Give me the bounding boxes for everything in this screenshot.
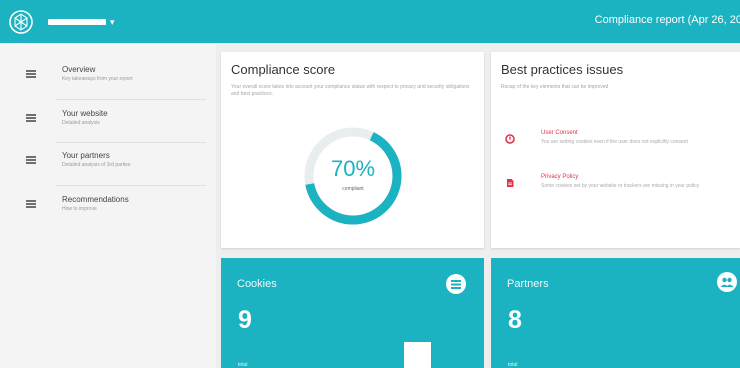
sidebar-item-title: Recommendations xyxy=(62,195,129,204)
card-title: Best practices issues xyxy=(501,62,624,77)
sidebar-item-your-website[interactable]: Your website Detailed analysis xyxy=(0,107,216,151)
document-icon xyxy=(507,179,514,187)
logo-icon[interactable] xyxy=(6,7,36,37)
divider xyxy=(56,99,206,100)
sidebar-item-title: Your partners xyxy=(62,151,110,160)
card-description: Your overall score takes into account yo… xyxy=(231,84,470,97)
cookies-label: Cookies xyxy=(237,278,277,290)
divider xyxy=(56,185,206,186)
compliance-score-card: Compliance score Your overall score take… xyxy=(221,52,484,248)
issue-privacy-policy[interactable]: Privacy Policy Some cookies set by your … xyxy=(505,174,735,204)
partners-count: 8 xyxy=(508,306,522,334)
sidebar-item-subtitle: How to improve xyxy=(62,206,97,212)
cookies-count: 9 xyxy=(238,306,252,334)
compliance-status: compliant xyxy=(342,186,364,192)
sidebar-item-subtitle: Key takeaways from your report xyxy=(62,76,133,82)
warning-icon xyxy=(505,134,515,144)
sidebar: Overview Key takeaways from your report … xyxy=(0,43,216,368)
report-title: Compliance report (Apr 26, 20 xyxy=(594,14,740,26)
partners-card[interactable]: Partners 8 total xyxy=(491,258,740,368)
best-practices-card: Best practices issues Recap of the key e… xyxy=(491,52,740,248)
sidebar-item-subtitle: Detailed analysis of 3rd parties xyxy=(62,162,131,168)
list-icon xyxy=(26,70,36,78)
issue-user-consent[interactable]: User Consent You are setting cookies eve… xyxy=(505,130,735,160)
site-name-bar xyxy=(48,19,106,25)
site-selector[interactable]: ▾ xyxy=(48,15,115,29)
sidebar-item-overview[interactable]: Overview Key takeaways from your report xyxy=(0,63,216,107)
issue-title: Privacy Policy xyxy=(541,174,579,180)
users-icon[interactable] xyxy=(717,272,737,292)
cookies-footer: total xyxy=(238,362,248,368)
divider xyxy=(56,142,206,143)
list-icon xyxy=(26,114,36,122)
card-description: Recap of the key elements that can be im… xyxy=(501,84,609,90)
cookies-card[interactable]: Cookies 9 total xyxy=(221,258,484,368)
cookies-mini-chart-bar xyxy=(404,342,431,368)
sidebar-item-title: Overview xyxy=(62,65,96,74)
issue-description: You are setting cookies even if the user… xyxy=(541,139,688,145)
partners-footer: total xyxy=(508,362,518,368)
sidebar-item-your-partners[interactable]: Your partners Detailed analysis of 3rd p… xyxy=(0,149,216,193)
partners-label: Partners xyxy=(507,278,549,290)
list-icon xyxy=(26,156,36,164)
chevron-down-icon: ▾ xyxy=(110,16,115,27)
card-title: Compliance score xyxy=(231,62,336,77)
sidebar-item-recommendations[interactable]: Recommendations How to improve xyxy=(0,193,216,237)
sidebar-item-title: Your website xyxy=(62,109,108,118)
list-icon xyxy=(26,200,36,208)
issue-description: Some cookies set by your website or trac… xyxy=(541,183,700,189)
top-bar: ▾ Compliance report (Apr 26, 20 xyxy=(0,0,740,43)
compliance-percent: 70% xyxy=(330,156,376,181)
issue-title: User Consent xyxy=(541,130,578,136)
list-circle-icon[interactable] xyxy=(446,274,466,294)
sidebar-item-subtitle: Detailed analysis xyxy=(62,120,100,126)
